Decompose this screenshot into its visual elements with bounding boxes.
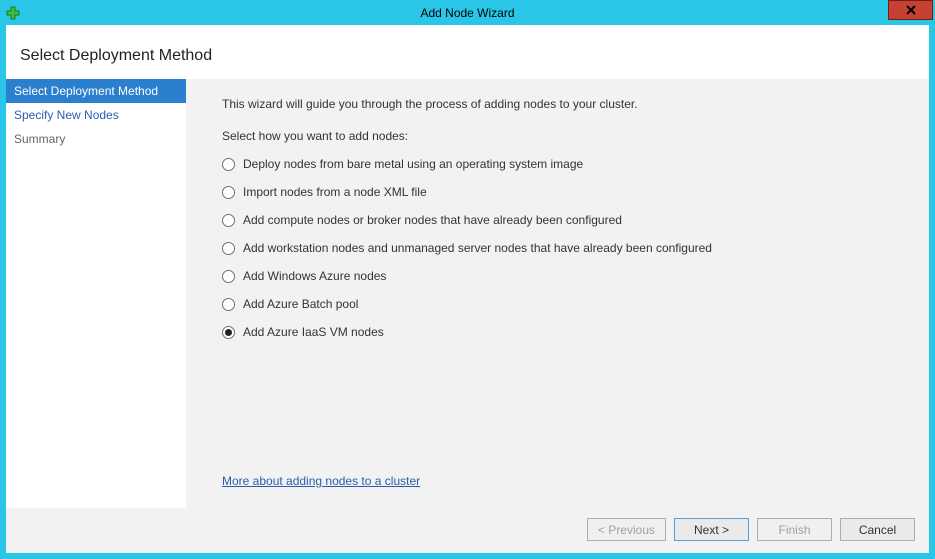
help-link[interactable]: More about adding nodes to a cluster: [222, 474, 907, 488]
previous-button: < Previous: [587, 518, 666, 541]
intro-text: This wizard will guide you through the p…: [222, 97, 907, 111]
close-button[interactable]: [888, 0, 933, 20]
select-how-label: Select how you want to add nodes:: [222, 129, 907, 143]
option-label: Add Azure IaaS VM nodes: [243, 325, 384, 339]
option-label: Add workstation nodes and unmanaged serv…: [243, 241, 712, 255]
option-add-azure-batch-pool[interactable]: Add Azure Batch pool: [222, 297, 907, 311]
finish-button: Finish: [757, 518, 832, 541]
option-bare-metal[interactable]: Deploy nodes from bare metal using an op…: [222, 157, 907, 171]
option-label: Deploy nodes from bare metal using an op…: [243, 157, 583, 171]
option-import-xml[interactable]: Import nodes from a node XML file: [222, 185, 907, 199]
option-add-windows-azure[interactable]: Add Windows Azure nodes: [222, 269, 907, 283]
window: Add Node Wizard Select Deployment Method…: [0, 0, 935, 559]
sidebar-item-specify-new-nodes[interactable]: Specify New Nodes: [6, 103, 186, 127]
titlebar: Add Node Wizard: [0, 0, 935, 25]
radio-icon: [222, 186, 235, 199]
option-add-azure-iaas-vm[interactable]: Add Azure IaaS VM nodes: [222, 325, 907, 339]
radio-icon: [222, 242, 235, 255]
radio-icon: [222, 214, 235, 227]
radio-icon: [222, 270, 235, 283]
option-add-compute-broker[interactable]: Add compute nodes or broker nodes that h…: [222, 213, 907, 227]
radio-icon: [222, 158, 235, 171]
next-button[interactable]: Next >: [674, 518, 749, 541]
sidebar-item-summary[interactable]: Summary: [6, 127, 186, 151]
option-label: Import nodes from a node XML file: [243, 185, 427, 199]
option-label: Add Azure Batch pool: [243, 297, 358, 311]
body: Select Deployment Method Specify New Nod…: [6, 79, 929, 508]
client-area: Select Deployment Method Select Deployme…: [6, 25, 929, 553]
option-label: Add compute nodes or broker nodes that h…: [243, 213, 622, 227]
radio-icon: [222, 298, 235, 311]
page-title: Select Deployment Method: [6, 25, 929, 79]
option-label: Add Windows Azure nodes: [243, 269, 386, 283]
cancel-button[interactable]: Cancel: [840, 518, 915, 541]
spacer: [222, 353, 907, 474]
sidebar-item-select-deployment-method[interactable]: Select Deployment Method: [6, 79, 186, 103]
option-add-workstation-unmanaged[interactable]: Add workstation nodes and unmanaged serv…: [222, 241, 907, 255]
sidebar: Select Deployment Method Specify New Nod…: [6, 79, 186, 508]
footer: < Previous Next > Finish Cancel: [6, 508, 929, 553]
window-title: Add Node Wizard: [0, 6, 935, 20]
radio-icon: [222, 326, 235, 339]
content-panel: This wizard will guide you through the p…: [186, 79, 929, 508]
app-icon: [6, 6, 20, 20]
